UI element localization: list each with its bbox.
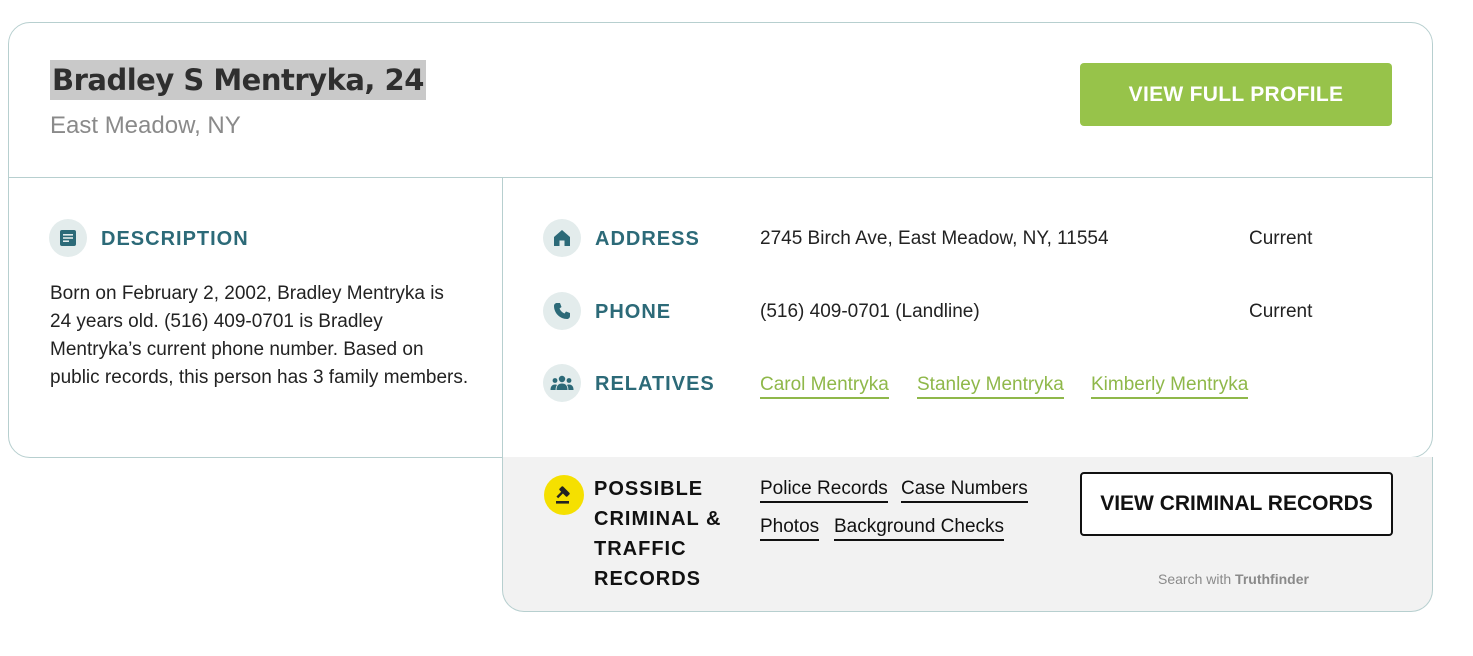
address-value: 2745 Birch Ave, East Meadow, NY, 11554 [760,228,1109,249]
phone-value: (516) 409-0701 (Landline) [760,301,980,322]
photos-link[interactable]: Photos [760,515,820,541]
criminal-title-line: RECORDS [594,568,702,590]
criminal-records-title: POSSIBLE CRIMINAL & TRAFFIC RECORDS [594,474,744,594]
home-icon [543,219,581,257]
police-records-link[interactable]: Police Records [760,477,888,503]
relative-link[interactable]: Kimberly Mentryka [1091,373,1249,399]
case-numbers-link[interactable]: Case Numbers [901,477,1028,503]
view-full-profile-button[interactable]: VIEW FULL PROFILE [1080,63,1392,126]
criminal-title-line: CRIMINAL & [594,508,722,530]
address-status: Current [1249,228,1313,249]
view-criminal-records-button[interactable]: VIEW CRIMINAL RECORDS [1080,472,1393,536]
person-name: Bradley S Mentryka, 24 [50,60,426,100]
phone-label: PHONE [595,301,672,323]
phone-icon [543,292,581,330]
description-label: DESCRIPTION [101,228,249,250]
background-checks-link[interactable]: Background Checks [834,515,1005,541]
search-with-truthfinder: Search with Truthfinder [1158,571,1309,587]
criminal-title-line: TRAFFIC [594,538,687,560]
search-with-prefix: Search with [1158,571,1232,587]
gavel-icon [544,475,584,515]
address-label: ADDRESS [595,228,700,250]
people-icon [543,364,581,402]
relative-link[interactable]: Stanley Mentryka [917,373,1064,399]
person-location: East Meadow, NY [50,112,241,139]
description-text: Born on February 2, 2002, Bradley Mentry… [50,283,469,388]
phone-status: Current [1249,301,1313,322]
truthfinder-brand: Truthfinder [1235,571,1309,587]
criminal-title-line: POSSIBLE [594,478,704,500]
relatives-label: RELATIVES [595,373,715,395]
relative-link[interactable]: Carol Mentryka [760,373,889,399]
document-icon [49,219,87,257]
column-divider [502,178,503,458]
person-card: Bradley S Mentryka, 24 East Meadow, NY V… [8,22,1433,458]
criminal-records-panel: POSSIBLE CRIMINAL & TRAFFIC RECORDS Poli… [502,457,1433,612]
profile-header: Bradley S Mentryka, 24 East Meadow, NY V… [9,23,1432,178]
